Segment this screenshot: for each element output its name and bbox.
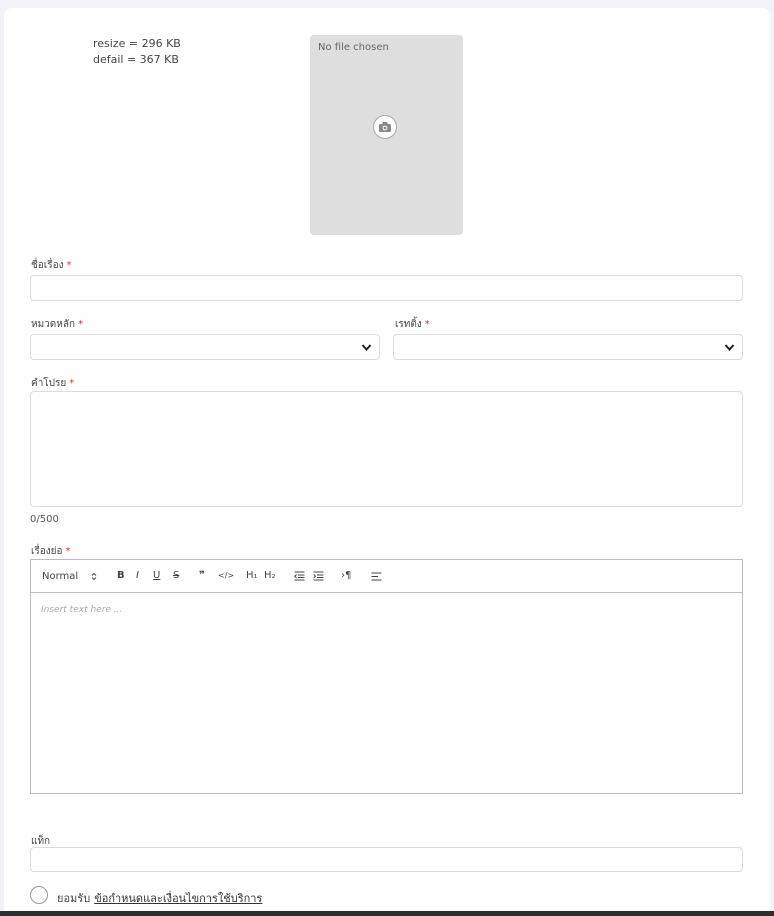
required-mark: * bbox=[69, 378, 75, 389]
required-mark: * bbox=[66, 260, 72, 271]
select-arrows-icon[interactable] bbox=[91, 572, 97, 581]
h2-button[interactable]: H₂ bbox=[264, 570, 276, 582]
accept-terms-radio[interactable] bbox=[30, 886, 48, 904]
synopsis-label: เรื่องย่อ * bbox=[31, 544, 71, 559]
editor-placeholder: Insert text here ... bbox=[41, 605, 123, 615]
bold-button[interactable]: B bbox=[117, 570, 125, 582]
outdent-icon[interactable] bbox=[294, 571, 305, 581]
main-category-select[interactable] bbox=[30, 334, 380, 360]
title-label-text: ชื่อเรื่อง bbox=[31, 260, 64, 271]
align-icon[interactable] bbox=[371, 572, 382, 581]
strike-button[interactable]: S bbox=[173, 570, 179, 582]
file-status-text: No file chosen bbox=[318, 42, 389, 53]
required-mark: * bbox=[78, 319, 84, 330]
description-label-text: คำโปรย bbox=[31, 378, 67, 389]
rating-select[interactable] bbox=[393, 334, 743, 360]
rating-label-text: เรทติ้ง bbox=[395, 319, 422, 330]
required-mark: * bbox=[65, 546, 71, 557]
rating-label: เรทติ้ง * bbox=[395, 317, 430, 332]
tags-label-text: แท็ก bbox=[31, 836, 51, 847]
italic-button[interactable]: I bbox=[136, 570, 139, 582]
main-category-label: หมวดหลัก * bbox=[31, 317, 83, 332]
tags-input[interactable] bbox=[30, 847, 743, 872]
resize-size-text: resize = 296 KB bbox=[93, 37, 181, 50]
main-category-label-text: หมวดหลัก bbox=[31, 319, 76, 330]
title-input[interactable] bbox=[30, 275, 743, 301]
accept-terms-label: ยอมรับ ข้อกำหนดและเงื่อนไขการใช้บริการ bbox=[57, 889, 262, 907]
editor-content-area[interactable]: Insert text here ... bbox=[31, 593, 742, 793]
terms-link[interactable]: ข้อกำหนดและเงื่อนไขการใช้บริการ bbox=[94, 892, 262, 905]
blockquote-button[interactable]: ❞ bbox=[199, 570, 205, 582]
indent-icon[interactable] bbox=[313, 571, 324, 581]
text-direction-button[interactable]: ›¶ bbox=[341, 570, 351, 582]
underline-button[interactable]: U bbox=[153, 570, 160, 582]
camera-icon[interactable] bbox=[373, 115, 397, 139]
chevron-down-icon bbox=[361, 344, 372, 352]
synopsis-rich-text-editor: Normal B I U S ❞ </> H₁ H₂ ›¶ Insert tex… bbox=[30, 559, 743, 794]
editor-toolbar: Normal B I U S ❞ </> H₁ H₂ ›¶ bbox=[31, 560, 742, 593]
default-size-text: defail = 367 KB bbox=[93, 53, 179, 66]
h1-button[interactable]: H₁ bbox=[246, 570, 258, 582]
bottom-bar bbox=[0, 911, 774, 916]
heading-select[interactable]: Normal bbox=[42, 571, 78, 583]
description-textarea[interactable] bbox=[30, 391, 743, 507]
synopsis-label-text: เรื่องย่อ bbox=[31, 546, 63, 557]
cover-image-upload[interactable]: No file chosen bbox=[310, 35, 463, 235]
heading-select-value: Normal bbox=[42, 571, 79, 582]
accept-text: ยอมรับ bbox=[57, 892, 91, 905]
chevron-down-icon bbox=[724, 344, 735, 352]
description-label: คำโปรย * bbox=[31, 376, 74, 391]
code-button[interactable]: </> bbox=[218, 570, 234, 582]
required-mark: * bbox=[424, 319, 430, 330]
title-label: ชื่อเรื่อง * bbox=[31, 258, 71, 273]
description-char-counter: 0/500 bbox=[30, 514, 59, 525]
image-size-info: resize = 296 KB defail = 367 KB bbox=[93, 36, 181, 68]
